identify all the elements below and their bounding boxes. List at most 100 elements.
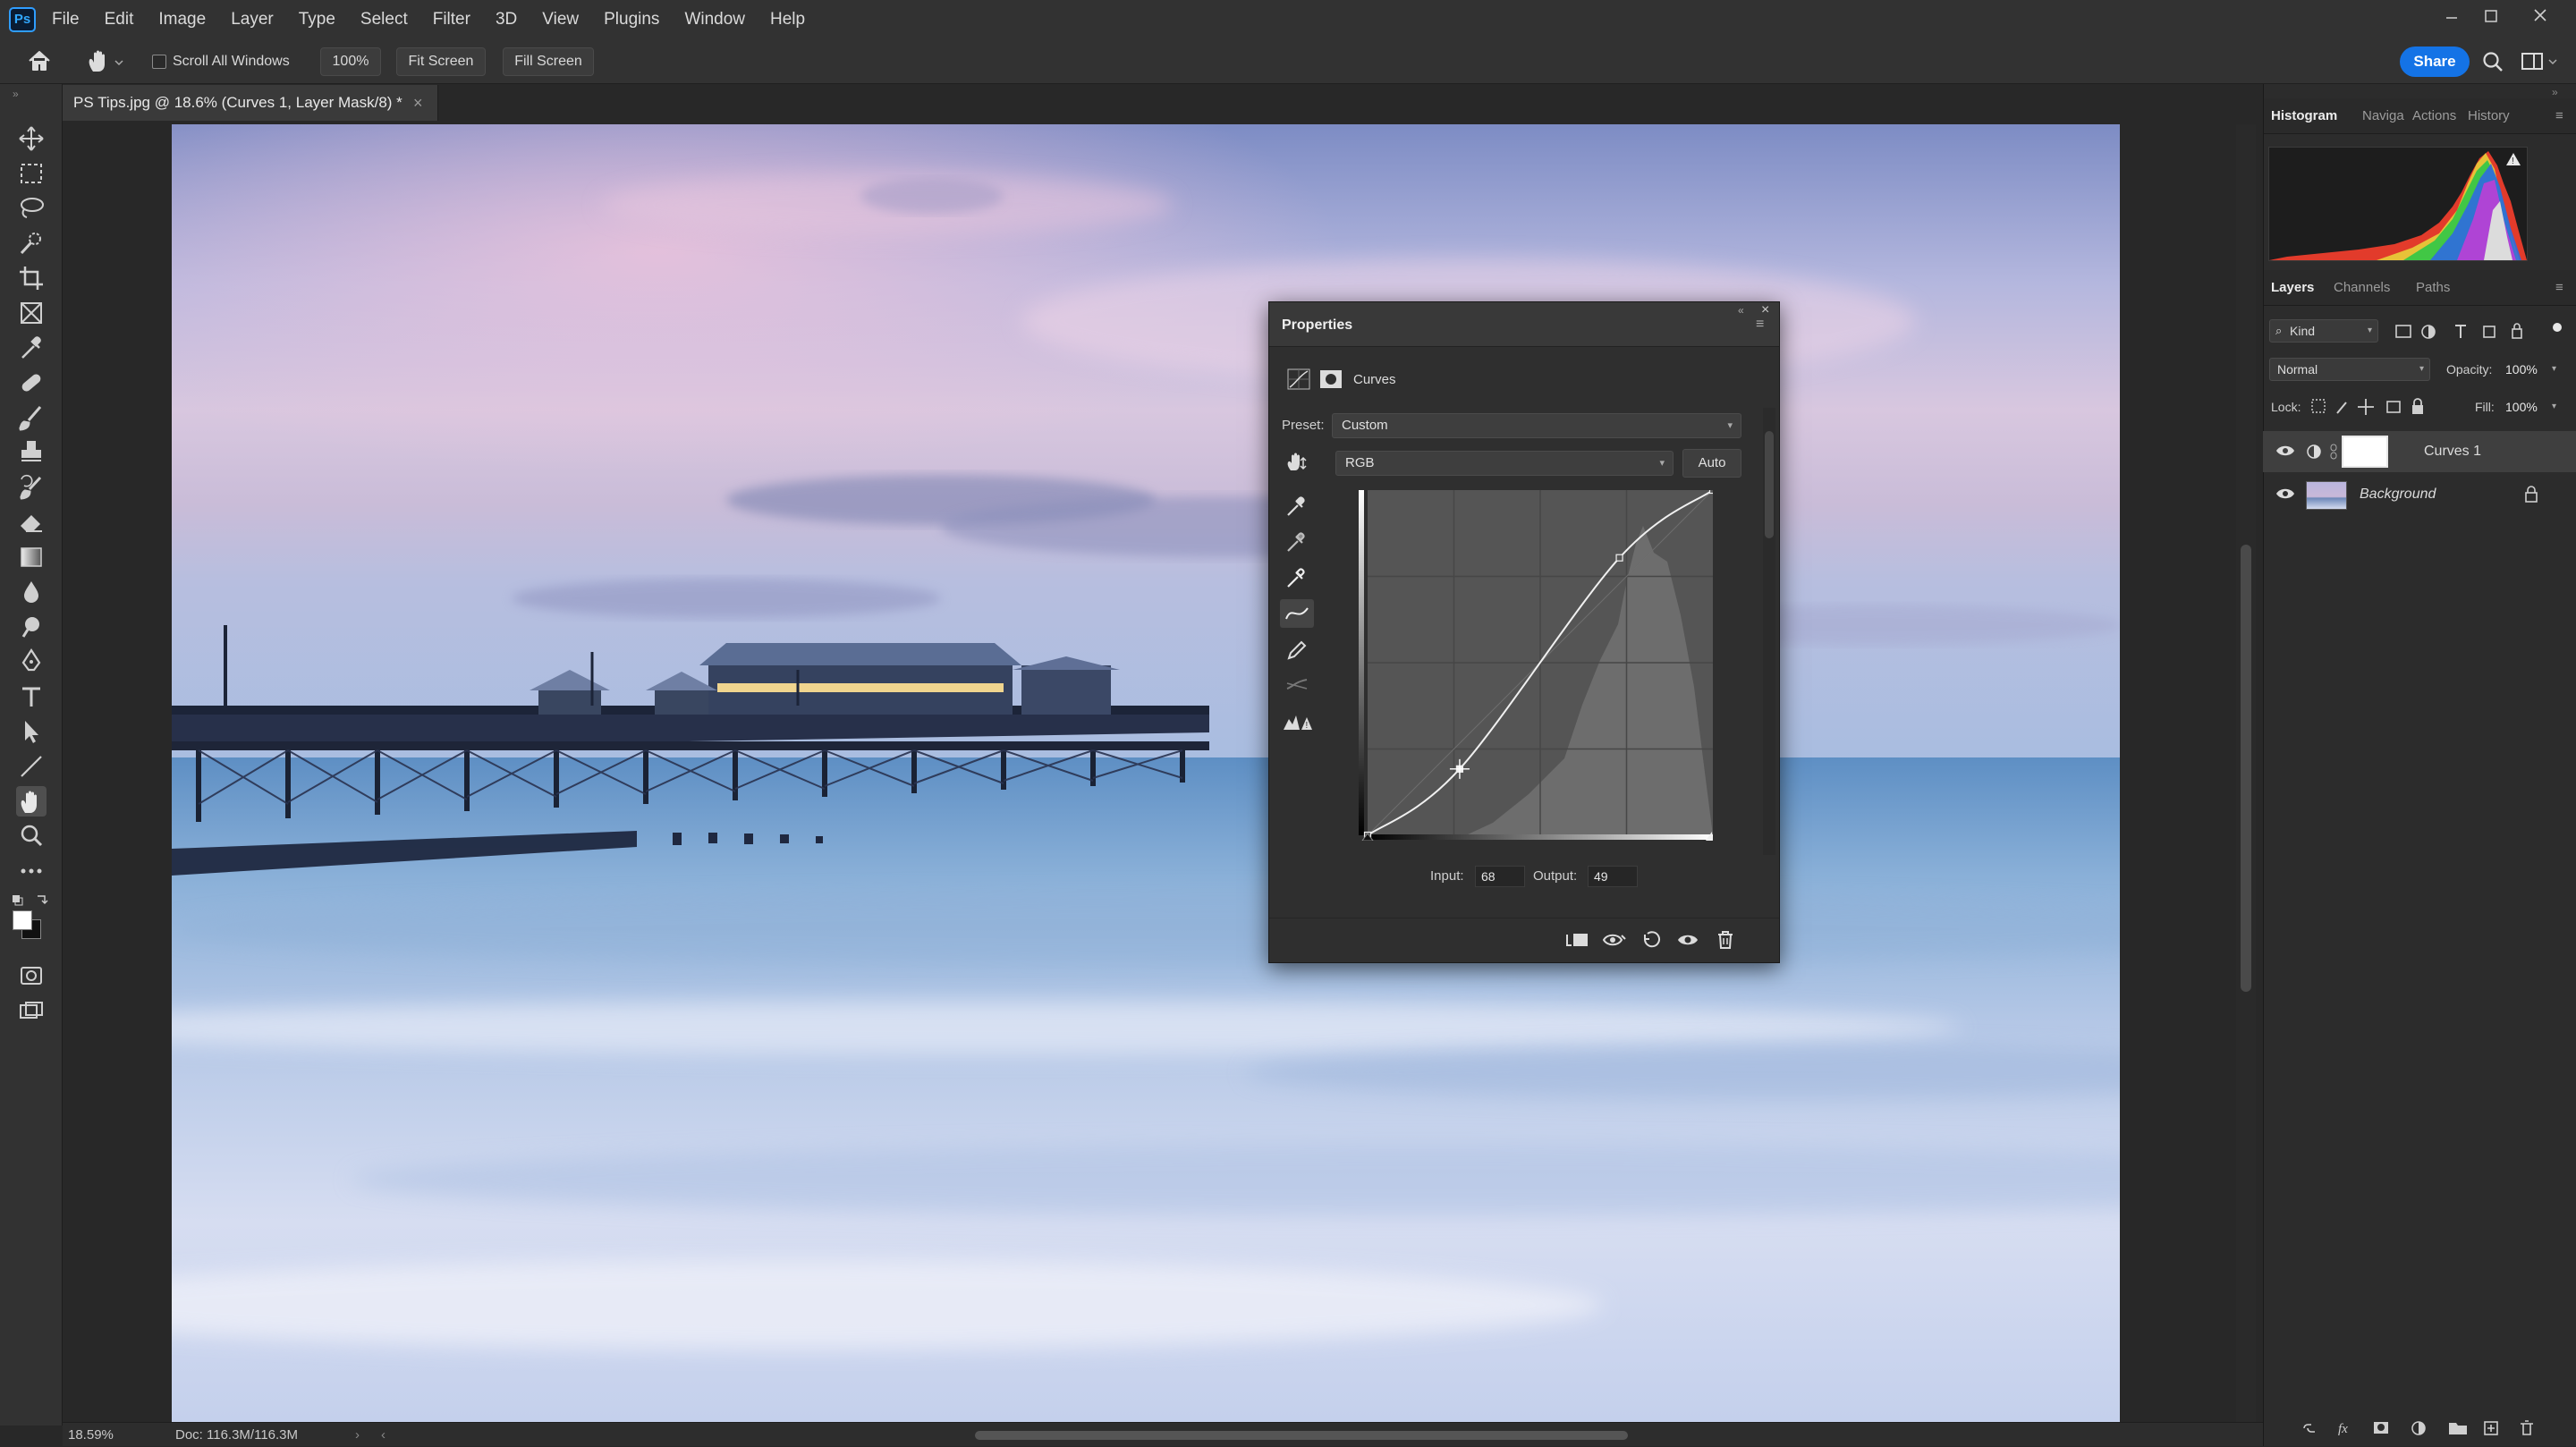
image-canvas[interactable] bbox=[172, 124, 2120, 1422]
tab-histogram[interactable]: Histogram bbox=[2271, 98, 2337, 134]
layer-mask-thumbnail[interactable] bbox=[2342, 436, 2388, 468]
scroll-left-icon[interactable]: ‹ bbox=[381, 1423, 386, 1447]
input-field[interactable]: 68 bbox=[1475, 866, 1525, 887]
target-adjust-hand-icon[interactable] bbox=[1282, 449, 1310, 476]
delete-adjustment-icon[interactable] bbox=[1715, 929, 1736, 951]
background-layer-thumbnail[interactable] bbox=[2306, 481, 2347, 510]
tab-channels[interactable]: Channels bbox=[2334, 270, 2390, 306]
edit-points-curve-icon[interactable] bbox=[1280, 599, 1314, 628]
blend-mode-select[interactable]: Normal ▾ bbox=[2269, 358, 2430, 381]
panel-menu-icon[interactable]: ≡ bbox=[2555, 98, 2563, 134]
zoom-icon[interactable] bbox=[16, 821, 47, 851]
output-field[interactable]: 49 bbox=[1588, 866, 1638, 887]
visibility-eye-icon[interactable] bbox=[2275, 443, 2295, 459]
eraser-icon[interactable] bbox=[16, 507, 47, 537]
menu-3d[interactable]: 3D bbox=[496, 0, 517, 39]
more-icon[interactable] bbox=[16, 856, 47, 886]
tab-navigator[interactable]: Naviga bbox=[2362, 98, 2404, 134]
maximize-button[interactable] bbox=[2470, 0, 2512, 34]
layer-name[interactable]: Background bbox=[2360, 474, 2436, 515]
collapse-panel-icon[interactable]: « bbox=[1738, 304, 1744, 317]
layer-filter-kind[interactable]: ⌕ Kind ▾ bbox=[2269, 319, 2378, 343]
clip-to-layer-icon[interactable] bbox=[1564, 929, 1589, 951]
toggle-visibility-icon[interactable] bbox=[1677, 929, 1699, 951]
tab-history[interactable]: History bbox=[2468, 98, 2510, 134]
lock-icons[interactable] bbox=[2310, 397, 2436, 417]
curve-control-point[interactable] bbox=[1708, 490, 1714, 495]
foreground-color-swatch[interactable] bbox=[13, 910, 32, 930]
visibility-eye-icon[interactable] bbox=[2275, 486, 2295, 502]
menu-select[interactable]: Select bbox=[360, 0, 408, 39]
frame-icon[interactable] bbox=[16, 298, 47, 328]
lasso-icon[interactable] bbox=[16, 193, 47, 224]
menu-edit[interactable]: Edit bbox=[105, 0, 134, 39]
search-icon[interactable] bbox=[2481, 50, 2504, 73]
menu-file[interactable]: File bbox=[52, 0, 80, 39]
view-previous-state-icon[interactable] bbox=[1602, 929, 1627, 951]
tab-layers[interactable]: Layers bbox=[2271, 270, 2314, 306]
menu-layer[interactable]: Layer bbox=[231, 0, 274, 39]
clipping-warning-icon[interactable]: ! bbox=[1282, 712, 1312, 732]
tab-paths[interactable]: Paths bbox=[2416, 270, 2450, 306]
menu-help[interactable]: Help bbox=[770, 0, 805, 39]
fill-value[interactable]: 100% bbox=[2505, 395, 2538, 419]
white-point-eyedropper-icon[interactable] bbox=[1284, 563, 1310, 590]
properties-scrollbar[interactable] bbox=[1763, 408, 1775, 855]
hand-tool-preset-icon[interactable] bbox=[86, 48, 127, 75]
share-button[interactable]: Share bbox=[2400, 47, 2470, 77]
menu-filter[interactable]: Filter bbox=[433, 0, 470, 39]
close-document-icon[interactable]: × bbox=[413, 85, 423, 121]
healing-icon[interactable] bbox=[16, 368, 47, 398]
layer-mask-icon[interactable] bbox=[1319, 368, 1343, 390]
properties-scroll-thumb[interactable] bbox=[1765, 431, 1774, 538]
menu-type[interactable]: Type bbox=[299, 0, 335, 39]
close-window-button[interactable] bbox=[2521, 0, 2562, 34]
auto-button[interactable]: Auto bbox=[1682, 449, 1741, 478]
vertical-scroll-thumb[interactable] bbox=[2241, 545, 2251, 992]
eyedropper-icon[interactable] bbox=[16, 333, 47, 363]
mask-link-icon[interactable] bbox=[2329, 444, 2338, 460]
opacity-dropdown-icon[interactable]: ▾ bbox=[2552, 358, 2556, 381]
gradient-icon[interactable] bbox=[16, 542, 47, 572]
smooth-curve-icon[interactable] bbox=[1284, 671, 1310, 698]
photoshop-logo[interactable]: Ps bbox=[9, 7, 36, 32]
menu-window[interactable]: Window bbox=[684, 0, 745, 39]
opacity-value[interactable]: 100% bbox=[2505, 358, 2538, 381]
zoom-level[interactable]: 18.59% bbox=[68, 1423, 114, 1447]
status-arrow-icon[interactable]: › bbox=[355, 1423, 360, 1447]
curves-graph-svg[interactable] bbox=[1359, 490, 1713, 841]
curve-control-point[interactable] bbox=[1615, 554, 1623, 562]
collapse-arrows-icon[interactable]: » bbox=[13, 88, 19, 100]
fill-dropdown-icon[interactable]: ▾ bbox=[2552, 395, 2556, 419]
home-icon[interactable] bbox=[27, 49, 52, 72]
black-point-eyedropper-icon[interactable] bbox=[1284, 492, 1310, 519]
screen-mode-icon[interactable] bbox=[16, 996, 47, 1027]
zoom-100-button[interactable]: 100% bbox=[320, 47, 381, 76]
layers-panel-menu-icon[interactable]: ≡ bbox=[2555, 270, 2563, 306]
expand-panels-icon[interactable]: » bbox=[2552, 86, 2558, 98]
tab-actions[interactable]: Actions bbox=[2412, 98, 2456, 134]
crop-icon[interactable] bbox=[16, 263, 47, 293]
hand-icon[interactable] bbox=[16, 786, 47, 817]
move-icon[interactable] bbox=[16, 123, 47, 154]
layer-row-curves[interactable]: Curves 1 bbox=[2263, 431, 2576, 472]
menu-view[interactable]: View bbox=[542, 0, 579, 39]
channel-select[interactable]: RGB ▾ bbox=[1335, 451, 1674, 476]
horizontal-scroll-thumb[interactable] bbox=[975, 1431, 1628, 1440]
pen-icon[interactable] bbox=[16, 647, 47, 677]
brush-icon[interactable] bbox=[16, 402, 47, 433]
document-tab[interactable]: PS Tips.jpg @ 18.6% (Curves 1, Layer Mas… bbox=[63, 85, 438, 121]
preset-select[interactable]: Custom ▾ bbox=[1332, 413, 1741, 438]
path-select-icon[interactable] bbox=[16, 716, 47, 747]
quick-select-icon[interactable] bbox=[16, 228, 47, 258]
blur-icon[interactable] bbox=[16, 577, 47, 607]
marquee-icon[interactable] bbox=[16, 158, 47, 189]
history-brush-icon[interactable] bbox=[16, 472, 47, 503]
layers-footer-icons[interactable]: fx bbox=[2299, 1417, 2567, 1439]
type-icon[interactable] bbox=[16, 681, 47, 712]
menu-plugins[interactable]: Plugins bbox=[604, 0, 659, 39]
properties-menu-icon[interactable]: ≡ bbox=[1756, 317, 1764, 333]
quick-mask-icon[interactable] bbox=[16, 960, 47, 991]
line-icon[interactable] bbox=[16, 751, 47, 782]
dodge-icon[interactable] bbox=[16, 612, 47, 642]
